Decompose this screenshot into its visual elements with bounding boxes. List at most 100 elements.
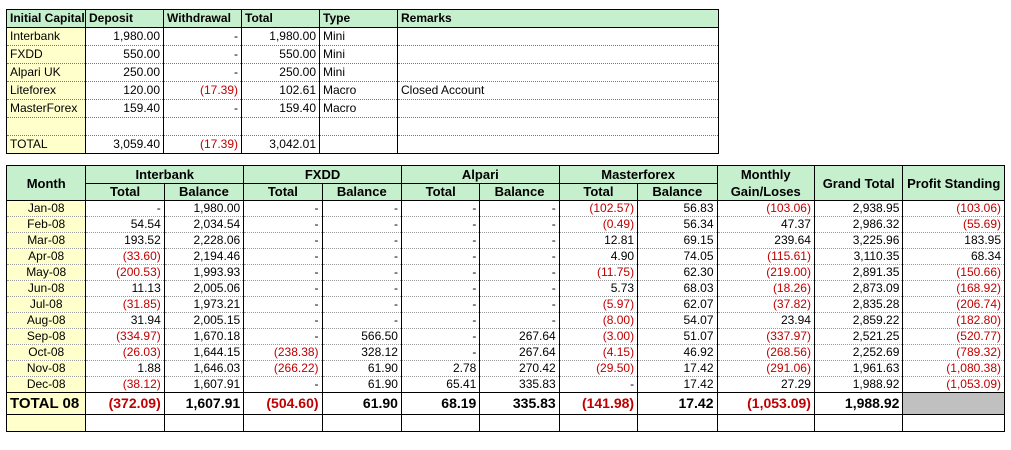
- total-fxdd-balance[interactable]: 61.90: [321, 392, 402, 415]
- cell-masterforex-balance[interactable]: 62.30: [637, 264, 717, 281]
- cell-profit-standing[interactable]: (789.32): [902, 344, 1005, 361]
- cell-masterforex-total[interactable]: (102.57): [558, 200, 638, 217]
- cell-masterforex-total[interactable]: (8.00): [558, 312, 638, 329]
- cell-alpari-total[interactable]: 2.78: [400, 360, 480, 377]
- cell-interbank-balance[interactable]: 1,973.21: [163, 296, 244, 313]
- cell-month[interactable]: Jan-08: [5, 200, 86, 217]
- cell-monthly-gain[interactable]: 23.94: [716, 312, 815, 329]
- header-fxdd[interactable]: FXDD: [243, 165, 402, 184]
- cell-monthly-gain[interactable]: (291.06): [716, 360, 815, 377]
- cell-profit-standing[interactable]: (206.74): [902, 296, 1005, 313]
- cell-alpari-total[interactable]: -: [400, 344, 480, 361]
- summary-cell-deposit[interactable]: 550.00: [85, 45, 164, 64]
- cell-interbank-balance[interactable]: 2,194.46: [163, 248, 244, 265]
- cell-fxdd-balance[interactable]: 566.50: [321, 328, 402, 345]
- subheader-alpari-balance[interactable]: Balance: [479, 183, 560, 201]
- summary-cell-remarks[interactable]: [397, 117, 719, 136]
- summary-cell-total[interactable]: 159.40: [241, 99, 320, 118]
- summary-cell-name[interactable]: Liteforex: [6, 81, 86, 100]
- cell-masterforex-balance[interactable]: 17.42: [637, 376, 717, 393]
- summary-cell-type[interactable]: [319, 117, 398, 136]
- cell-fxdd-balance[interactable]: -: [321, 296, 402, 313]
- cell-interbank-balance[interactable]: 1,670.18: [163, 328, 244, 345]
- cell-monthly-gain[interactable]: (219.00): [716, 264, 815, 281]
- cell-masterforex-total[interactable]: 4.90: [558, 248, 638, 265]
- cell-month[interactable]: Sep-08: [5, 328, 86, 345]
- cell-interbank-total[interactable]: 1.88: [85, 360, 165, 377]
- summary-cell-deposit[interactable]: 120.00: [85, 81, 164, 100]
- cell-masterforex-balance[interactable]: 56.34: [637, 216, 717, 233]
- cell-fxdd-balance[interactable]: -: [321, 280, 402, 297]
- cell-alpari-balance[interactable]: 270.42: [479, 360, 560, 377]
- cell-profit-standing[interactable]: (520.77): [902, 328, 1005, 345]
- header-interbank[interactable]: Interbank: [85, 165, 245, 184]
- cell-profit-standing[interactable]: (1,080.38): [902, 360, 1005, 377]
- cell-interbank-total[interactable]: (200.53): [85, 264, 165, 281]
- summary-cell-total[interactable]: [241, 117, 320, 136]
- cell-interbank-balance[interactable]: 2,005.15: [163, 312, 244, 329]
- cell-alpari-balance[interactable]: -: [479, 296, 560, 313]
- header-remarks[interactable]: Remarks: [397, 9, 719, 28]
- cell-alpari-balance[interactable]: 267.64: [479, 328, 560, 345]
- header-profit-standing[interactable]: Profit Standing: [902, 165, 1005, 201]
- summary-cell-total[interactable]: 1,980.00: [241, 27, 320, 46]
- cell-masterforex-total[interactable]: (29.50): [558, 360, 638, 377]
- cell-masterforex-total[interactable]: (5.97): [558, 296, 638, 313]
- summary-cell-type[interactable]: Macro: [319, 99, 398, 118]
- header-type[interactable]: Type: [319, 9, 398, 28]
- cell-alpari-balance[interactable]: -: [479, 232, 560, 249]
- cell-fxdd-balance[interactable]: 61.90: [321, 360, 402, 377]
- cell-masterforex-total[interactable]: -: [558, 376, 638, 393]
- summary-cell-remarks[interactable]: [397, 45, 719, 64]
- cell-fxdd-balance[interactable]: 328.12: [321, 344, 402, 361]
- cell-alpari-total[interactable]: -: [400, 312, 480, 329]
- summary-cell-remarks[interactable]: [397, 99, 719, 118]
- cell-month[interactable]: Nov-08: [5, 360, 86, 377]
- cell-profit-standing[interactable]: 68.34: [902, 248, 1005, 265]
- cell-interbank-balance[interactable]: 1,607.91: [163, 376, 244, 393]
- cell-profit-standing[interactable]: (182.80): [902, 312, 1005, 329]
- cell-fxdd-total[interactable]: -: [243, 264, 323, 281]
- summary-cell-withdrawal[interactable]: -: [163, 63, 242, 82]
- cell-alpari-total[interactable]: -: [400, 280, 480, 297]
- summary-cell-type[interactable]: Macro: [319, 81, 398, 100]
- cell-fxdd-total[interactable]: -: [243, 232, 323, 249]
- cell-interbank-total[interactable]: 54.54: [85, 216, 165, 233]
- empty-cell[interactable]: [637, 414, 717, 432]
- cell-masterforex-balance[interactable]: 69.15: [637, 232, 717, 249]
- cell-month[interactable]: Jul-08: [5, 296, 86, 313]
- cell-interbank-total[interactable]: (33.60): [85, 248, 165, 265]
- cell-masterforex-total[interactable]: (11.75): [558, 264, 638, 281]
- cell-alpari-total[interactable]: -: [400, 264, 480, 281]
- cell-fxdd-balance[interactable]: -: [321, 232, 402, 249]
- cell-monthly-gain[interactable]: 27.29: [716, 376, 815, 393]
- cell-monthly-gain[interactable]: 47.37: [716, 216, 815, 233]
- summary-cell-remarks[interactable]: Closed Account: [397, 81, 719, 100]
- cell-masterforex-balance[interactable]: 17.42: [637, 360, 717, 377]
- cell-month[interactable]: Oct-08: [5, 344, 86, 361]
- cell-interbank-total[interactable]: 31.94: [85, 312, 165, 329]
- cell-grand-total[interactable]: 2,835.28: [813, 296, 903, 313]
- empty-cell[interactable]: [163, 414, 244, 432]
- cell-masterforex-total[interactable]: (4.15): [558, 344, 638, 361]
- total-profit-standing[interactable]: [902, 392, 1005, 415]
- empty-cell[interactable]: [5, 414, 86, 432]
- subheader-interbank-balance[interactable]: Balance: [163, 183, 245, 201]
- empty-cell[interactable]: [479, 414, 560, 432]
- header-total[interactable]: Total: [241, 9, 320, 28]
- cell-alpari-total[interactable]: 65.41: [400, 376, 480, 393]
- summary-cell-total[interactable]: 3,042.01: [241, 135, 320, 154]
- cell-interbank-total[interactable]: (334.97): [85, 328, 165, 345]
- cell-profit-standing[interactable]: (150.66): [902, 264, 1005, 281]
- summary-cell-total[interactable]: 102.61: [241, 81, 320, 100]
- summary-cell-total[interactable]: 550.00: [241, 45, 320, 64]
- cell-alpari-total[interactable]: -: [400, 296, 480, 313]
- summary-cell-withdrawal[interactable]: (17.39): [163, 81, 242, 100]
- header-deposit[interactable]: Deposit: [85, 9, 164, 28]
- cell-alpari-balance[interactable]: -: [479, 312, 560, 329]
- cell-masterforex-balance[interactable]: 68.03: [637, 280, 717, 297]
- cell-profit-standing[interactable]: (168.92): [902, 280, 1005, 297]
- summary-cell-type[interactable]: Mini: [319, 27, 398, 46]
- cell-alpari-total[interactable]: -: [400, 328, 480, 345]
- cell-alpari-balance[interactable]: -: [479, 248, 560, 265]
